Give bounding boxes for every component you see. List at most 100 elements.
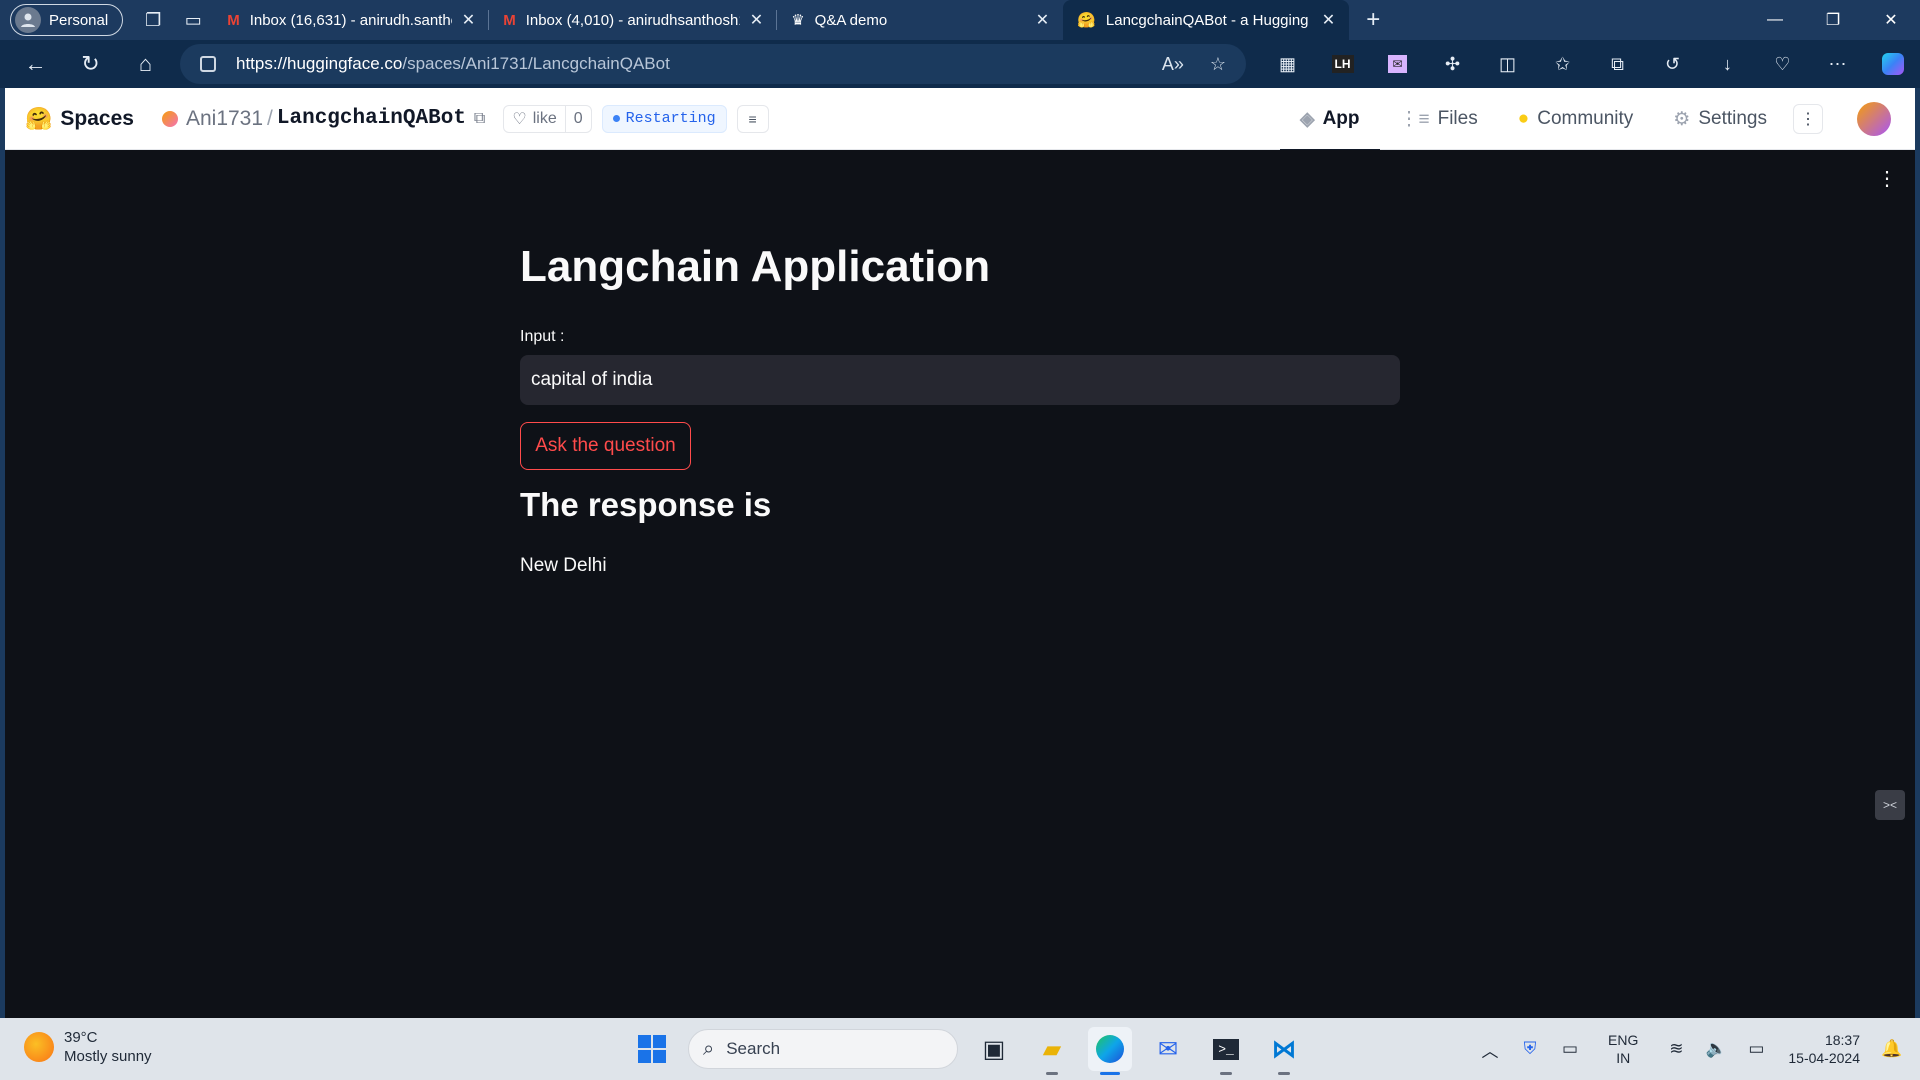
clock-time: 18:37	[1824, 1032, 1860, 1048]
weather-widget[interactable]: 39°C Mostly sunny	[24, 1028, 152, 1066]
gmail-icon: M	[227, 11, 240, 29]
like-label: like	[532, 109, 557, 127]
volume-icon[interactable]: 🔈	[1696, 1039, 1736, 1059]
path-separator: /	[267, 106, 273, 130]
minimize-icon[interactable]: —	[1746, 0, 1804, 40]
taskbar-apps: ⌕ Search ▣ ▰ ✉ >_ ⋈	[630, 1024, 1306, 1075]
workspaces-icon[interactable]: ❐	[133, 0, 173, 40]
address-bar[interactable]: https://huggingface.co /spaces/Ani1731/L…	[180, 44, 1246, 84]
status-text: Restarting	[625, 110, 716, 127]
gear-icon: ⚙	[1673, 108, 1691, 130]
clock[interactable]: 18:37 15-04-2024	[1788, 1031, 1860, 1067]
hf-header: 🤗 Spaces Ani1731 / LancgchainQABot ⧉ ♡ li…	[5, 88, 1915, 151]
system-tray: ︿ ⛨ ▭ ENG IN ≋ 🔈 ▭ 18:37 15-04-2024 🔔	[1470, 1018, 1920, 1080]
windows-logo-icon	[638, 1035, 666, 1063]
start-button[interactable]	[630, 1027, 674, 1071]
zip-extension-icon[interactable]: ▦	[1260, 40, 1315, 88]
temperature: 39°C	[64, 1029, 98, 1046]
tab-actions-icon[interactable]: ▭	[173, 0, 213, 40]
tab-qa-demo[interactable]: ♛ Q&A demo ✕	[777, 0, 1063, 40]
task-view-icon[interactable]: ▣	[972, 1027, 1016, 1071]
vscode-icon[interactable]: ⋈	[1262, 1027, 1306, 1075]
lock-icon[interactable]	[200, 56, 216, 72]
split-screen-icon[interactable]: ◫	[1480, 40, 1535, 88]
tab-app[interactable]: ◈ App	[1279, 88, 1380, 151]
read-aloud-icon[interactable]: A»	[1162, 54, 1184, 75]
refresh-icon[interactable]: ↻	[63, 40, 118, 88]
heart-icon: ♡	[512, 110, 527, 128]
close-icon[interactable]: ✕	[750, 10, 763, 30]
tab-title: Inbox (4,010) - anirudhsanthosh1	[525, 11, 740, 29]
tab-hugging-face[interactable]: 🤗 LancgchainQABot - a Hugging Fa ✕	[1063, 0, 1350, 40]
browser-tab-strip: Personal ❐ ▭ M Inbox (16,631) - anirudh.…	[0, 0, 1920, 40]
copilot-icon[interactable]	[1865, 40, 1920, 88]
profile-label: Personal	[49, 11, 109, 29]
dev-tools-icon[interactable]: ><	[1875, 790, 1905, 820]
user-avatar[interactable]	[1857, 102, 1891, 136]
edge-browser-icon[interactable]	[1088, 1027, 1132, 1075]
more-options-icon[interactable]: ⋮	[1793, 104, 1823, 134]
tab-settings[interactable]: ⚙ Settings	[1653, 88, 1787, 150]
url-host: https://huggingface.co	[236, 54, 403, 73]
extensions-bar: ▦ LH ✉ ✣ ◫ ✩ ⧉ ↺ ↓ ♡ ⋯	[1260, 40, 1920, 88]
performance-icon[interactable]: ♡	[1755, 40, 1810, 88]
wifi-icon[interactable]: ≋	[1656, 1039, 1696, 1059]
puzzle-extensions-icon[interactable]: ✣	[1425, 40, 1480, 88]
mail-icon[interactable]: ✉	[1146, 1027, 1190, 1071]
repo-name[interactable]: LancgchainQABot	[277, 107, 466, 130]
extension-icon[interactable]: ✉	[1370, 40, 1425, 88]
owner-link[interactable]: Ani1731	[186, 107, 263, 131]
tab-community-label: Community	[1537, 108, 1634, 129]
new-tab-icon[interactable]: +	[1353, 0, 1393, 40]
copy-icon[interactable]: ⧉	[474, 110, 485, 128]
url-path: /spaces/Ani1731/LancgchainQABot	[402, 54, 670, 73]
owner-avatar	[161, 110, 178, 127]
close-icon[interactable]: ✕	[1322, 10, 1335, 30]
app-menu-icon[interactable]: ⋮	[1877, 166, 1897, 191]
ask-question-button[interactable]: Ask the question	[520, 422, 691, 470]
streamlit-app: ⋮ Langchain Application Input : Ask the …	[5, 150, 1915, 1018]
taskbar-search[interactable]: ⌕ Search	[688, 1029, 958, 1069]
chevron-up-icon[interactable]: ︿	[1470, 1037, 1510, 1062]
favorite-star-icon[interactable]: ☆	[1210, 54, 1226, 75]
window-close-icon[interactable]: ✕	[1862, 0, 1920, 40]
downloads-icon[interactable]: ↓	[1700, 40, 1755, 88]
weather-text: Mostly sunny	[64, 1048, 152, 1065]
window-controls: — ❐ ✕	[1746, 0, 1920, 40]
status-badge[interactable]: Restarting	[601, 104, 727, 133]
tab-files[interactable]: ⋮≡ Files	[1380, 88, 1498, 150]
hugging-face-logo-icon[interactable]: 🤗	[25, 106, 52, 132]
file-explorer-icon[interactable]: ▰	[1030, 1027, 1074, 1075]
spaces-link[interactable]: Spaces	[60, 107, 134, 131]
back-icon[interactable]: ←	[8, 40, 63, 88]
lang-line2: IN	[1616, 1050, 1631, 1066]
restore-icon[interactable]: ❐	[1804, 0, 1862, 40]
profile-button[interactable]: Personal	[10, 4, 124, 36]
security-icon[interactable]: ⛨	[1510, 1039, 1550, 1059]
lighthouse-extension-icon[interactable]: LH	[1315, 40, 1370, 88]
tab-settings-label: Settings	[1698, 108, 1767, 129]
keyboard-icon[interactable]: ▭	[1550, 1039, 1590, 1059]
tab-files-label: Files	[1437, 108, 1478, 129]
address-toolbar: ← ↻ ⌂ https://huggingface.co /spaces/Ani…	[0, 40, 1920, 88]
history-icon[interactable]: ↺	[1645, 40, 1700, 88]
like-button[interactable]: ♡ like 0	[503, 104, 592, 133]
windows-taskbar: 39°C Mostly sunny ⌕ Search ▣ ▰ ✉ >_ ⋈ ︿ …	[0, 1018, 1920, 1080]
battery-icon[interactable]: ▭	[1736, 1039, 1776, 1059]
collections-icon[interactable]: ⧉	[1590, 40, 1645, 88]
notifications-icon[interactable]: 🔔	[1872, 1039, 1912, 1059]
language-indicator[interactable]: ENG IN	[1608, 1031, 1638, 1067]
home-icon[interactable]: ⌂	[118, 40, 173, 88]
favorites-icon[interactable]: ✩	[1535, 40, 1590, 88]
tab-gmail-2[interactable]: M Inbox (4,010) - anirudhsanthosh1 ✕	[489, 0, 778, 40]
logs-icon[interactable]: ≡	[736, 104, 769, 133]
close-icon[interactable]: ✕	[1036, 10, 1049, 30]
more-menu-icon[interactable]: ⋯	[1810, 40, 1865, 88]
close-icon[interactable]: ✕	[462, 10, 475, 30]
terminal-icon[interactable]: >_	[1204, 1027, 1248, 1075]
tab-community[interactable]: ● Community	[1498, 88, 1654, 150]
tab-gmail-1[interactable]: M Inbox (16,631) - anirudh.santhosh ✕	[213, 0, 490, 40]
page-content: 🤗 Spaces Ani1731 / LancgchainQABot ⧉ ♡ li…	[5, 88, 1915, 1018]
question-input[interactable]	[520, 355, 1400, 405]
clock-date: 15-04-2024	[1788, 1050, 1860, 1066]
